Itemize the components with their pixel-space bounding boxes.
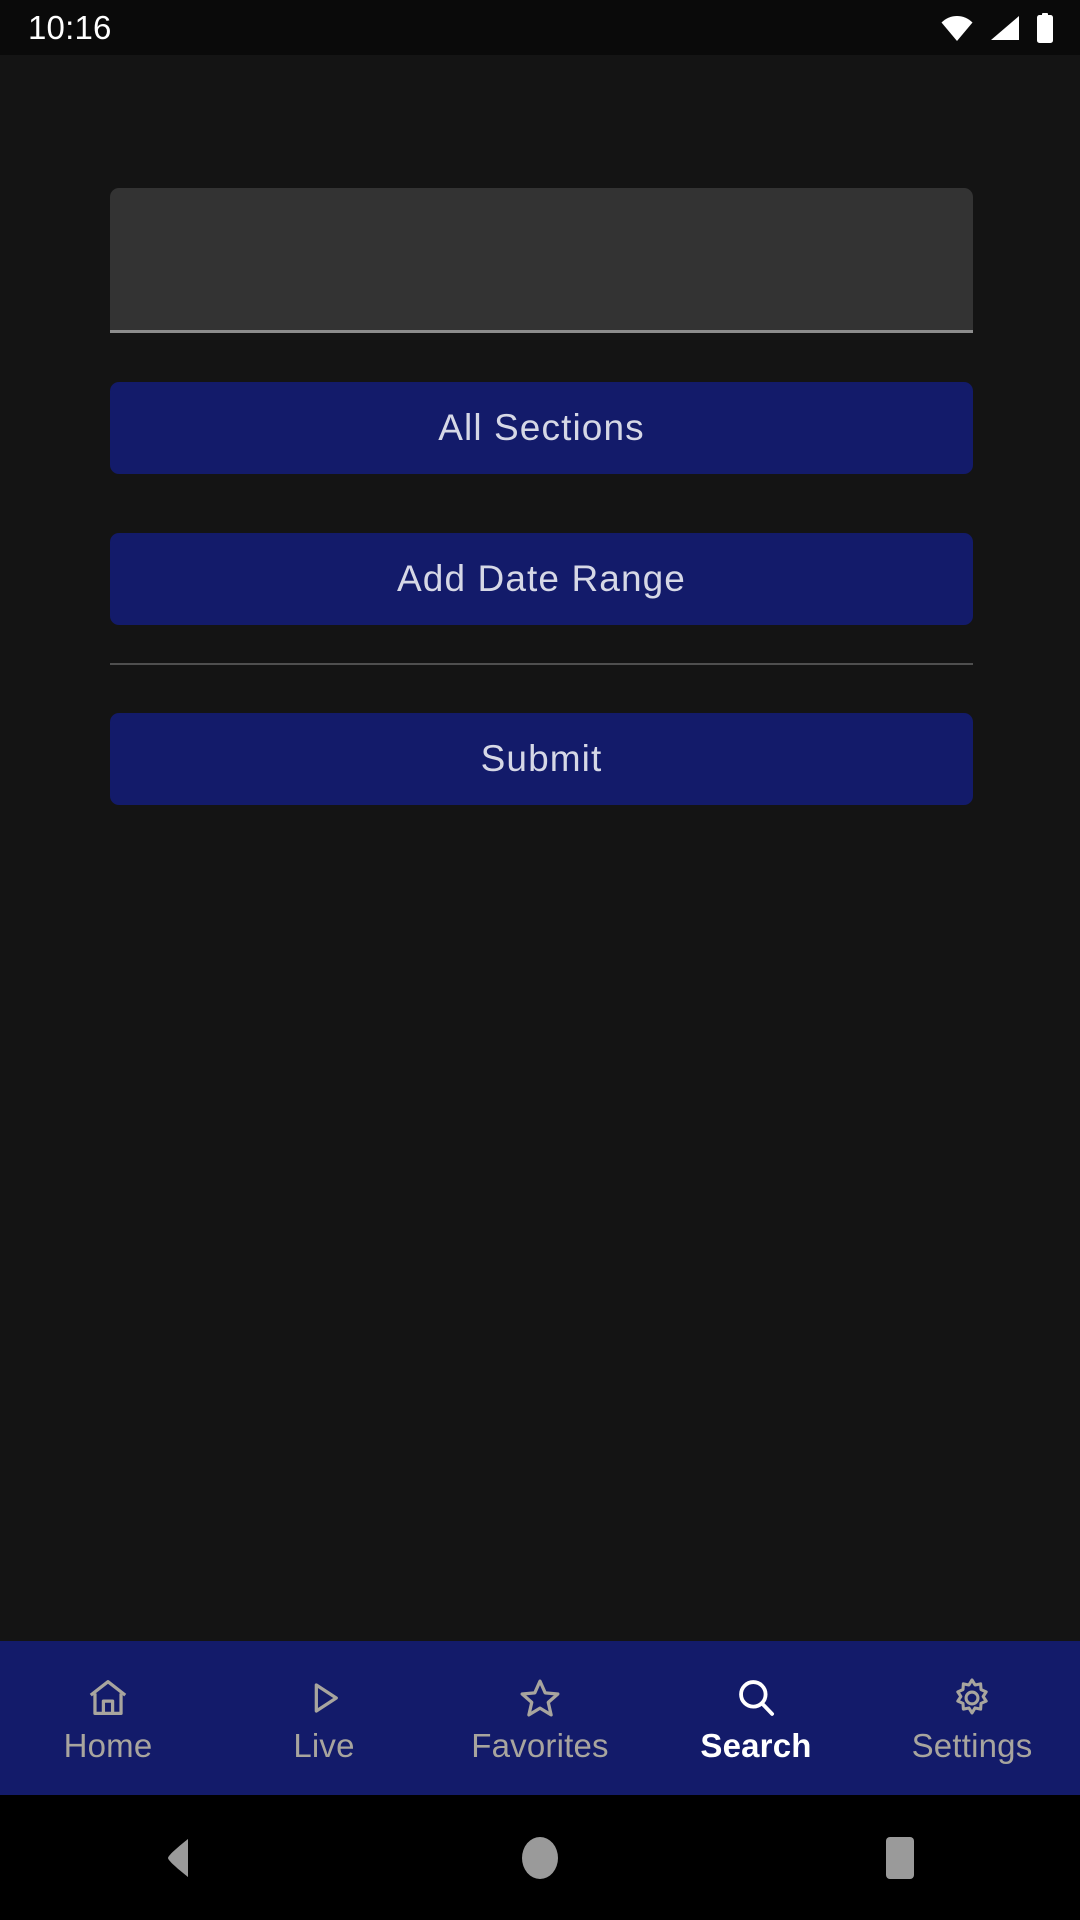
play-icon: [301, 1675, 347, 1721]
status-bar-clock: 10:16: [28, 9, 112, 46]
all-sections-button[interactable]: All Sections: [110, 382, 973, 474]
tab-settings[interactable]: Settings: [864, 1641, 1080, 1795]
system-back-button[interactable]: [0, 1795, 360, 1920]
status-bar: 10:16: [0, 0, 1080, 55]
search-query-input[interactable]: [110, 188, 973, 333]
system-recents-button[interactable]: [720, 1795, 1080, 1920]
battery-icon: [1036, 12, 1054, 43]
submit-button[interactable]: Submit: [110, 713, 973, 805]
tab-label-live: Live: [293, 1726, 355, 1764]
search-form: All Sections Add Date Range Submit: [0, 55, 1080, 1641]
system-navigation-bar: [0, 1795, 1080, 1920]
star-icon: [517, 1675, 563, 1721]
form-divider: [110, 663, 973, 665]
wifi-icon: [940, 15, 974, 41]
home-icon: [85, 1675, 131, 1721]
tab-label-favorites: Favorites: [471, 1726, 609, 1764]
app-screen: 10:16 All Sections Add Date Range Submit…: [0, 0, 1080, 1920]
square-icon: [881, 1835, 919, 1881]
tab-label-settings: Settings: [911, 1726, 1033, 1764]
circle-icon: [519, 1834, 561, 1882]
add-date-range-button[interactable]: Add Date Range: [110, 533, 973, 625]
tab-label-home: Home: [63, 1726, 153, 1764]
bottom-tab-bar: Home Live Favorites Search Settings: [0, 1641, 1080, 1795]
tab-home[interactable]: Home: [0, 1641, 216, 1795]
tab-favorites[interactable]: Favorites: [432, 1641, 648, 1795]
tab-live[interactable]: Live: [216, 1641, 432, 1795]
search-icon: [733, 1675, 779, 1721]
cellular-signal-icon: [990, 15, 1020, 41]
tab-search[interactable]: Search: [648, 1641, 864, 1795]
triangle-left-icon: [160, 1836, 200, 1880]
tab-label-search: Search: [700, 1726, 812, 1764]
system-home-button[interactable]: [360, 1795, 720, 1920]
status-bar-icons: [940, 12, 1054, 43]
gear-icon: [949, 1675, 995, 1721]
